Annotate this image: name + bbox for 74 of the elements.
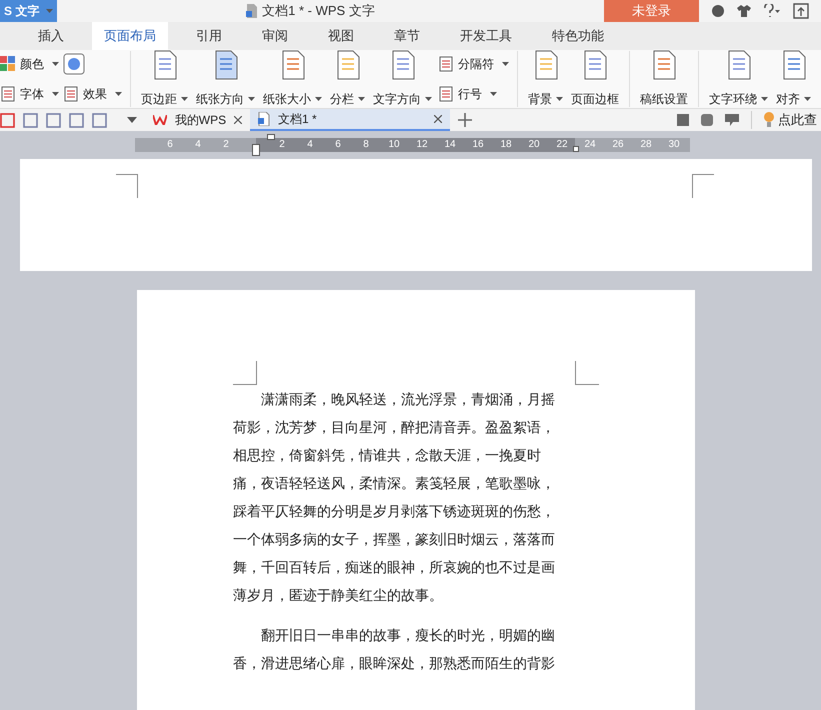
ruler-number: 24 [583, 138, 597, 152]
ruler-number: 10 [387, 138, 401, 152]
tip-link[interactable]: 点此查 [764, 110, 817, 130]
ribbon-tab[interactable]: 章节 [382, 22, 432, 50]
caret-icon [46, 8, 53, 13]
document-tab-label: 文档1 * [278, 111, 318, 128]
ribbon-tab[interactable]: 审阅 [250, 22, 300, 50]
logo-icon [153, 115, 167, 126]
document-tab[interactable]: 文档1 * [250, 108, 450, 132]
ruler-number: 30 [667, 138, 681, 152]
tool-icon [63, 86, 79, 102]
document-tab[interactable]: 我的WPS [145, 108, 250, 132]
page-icon [212, 50, 238, 80]
window-title: 文档1 * - WPS 文字 [262, 2, 375, 20]
right-indent-marker[interactable] [573, 146, 579, 152]
corner-mark-icon [233, 361, 257, 385]
ribbon-tab[interactable]: 插入 [26, 22, 76, 50]
ribbon-tab[interactable]: 开发工具 [448, 22, 524, 50]
indent-marker[interactable] [252, 144, 260, 156]
ruler-number: 12 [415, 138, 429, 152]
ruler-number: 26 [611, 138, 625, 152]
ribbon-button[interactable]: 纸张大小 [261, 50, 324, 108]
ribbon-tab[interactable]: 视图 [316, 22, 366, 50]
body-paragraph: 翻开旧日一串串的故事，瘦长的时光，明媚的幽香，滑进思绪心扉，眼眸深处，那熟悉而陌生的背影 [233, 626, 556, 673]
dropdown-icon[interactable] [127, 117, 137, 124]
document-tab-label: 我的WPS [174, 112, 226, 130]
ruler-number: 6 [334, 138, 342, 152]
tool-icon [438, 86, 454, 102]
corner-mark-icon [116, 174, 138, 198]
ribbon-small-button[interactable]: 字体 [0, 82, 59, 106]
tool-icon [438, 56, 454, 72]
plus-icon[interactable] [458, 113, 472, 128]
ribbon-small-button[interactable]: 颜色 [0, 52, 59, 76]
ribbon-button[interactable]: 分栏 [328, 50, 367, 108]
ribbon-small-button[interactable]: 行号 [438, 82, 509, 106]
body-paragraph: 潇潇雨柔，晚风轻送，流光浮景，青烟涌，月摇荷影，沈芳梦，目向星河，醉把清音弄。盈盈絮语，相思控，倚窗斜凭，情谁共，念散天涯，一挽夏时痛，夜语轻轻送风，柔情深。素笺轻展，笔歌墨咏，踩着平仄轻舞的分明是岁月剥落下锈迹斑斑的伤愁，一个体弱多病的女子，挥墨，篆刻旧时烟云，落落而舞，千回百转后，痴迷的眼神，所哀婉的也不过是画薄岁月，匿迹于静美红尘的故事。 [233, 390, 556, 605]
close-icon[interactable] [234, 116, 242, 124]
ribbon-button[interactable]: 页面边框 [569, 50, 621, 108]
ruler-number: 2 [278, 138, 286, 152]
ribbon-button[interactable]: 对齐 [774, 50, 813, 108]
ribbon-small-button[interactable]: 分隔符 [438, 52, 509, 76]
ribbon-button[interactable]: 文字方向 [371, 50, 434, 108]
ribbon-small-button[interactable]: 效果 [63, 82, 122, 106]
ruler-number: 6 [166, 138, 174, 152]
corner-mark-icon [575, 361, 599, 385]
shirt-icon[interactable] [737, 4, 751, 18]
ruler-number: 16 [471, 138, 485, 152]
ruler-number: 28 [639, 138, 653, 152]
comment-icon[interactable] [725, 114, 739, 126]
help-icon[interactable] [763, 4, 781, 18]
ribbon-button[interactable]: 纸张方向 [194, 50, 257, 108]
ribbon-button[interactable]: 稿纸设置 [638, 50, 690, 108]
ruler-number: 2 [222, 138, 230, 152]
ribbon-tab[interactable]: 特色功能 [540, 22, 616, 50]
ribbon-button[interactable]: 背景 [526, 50, 565, 108]
upload-icon[interactable] [793, 2, 809, 19]
ruler-number: 22 [555, 138, 569, 152]
ruler-number: 18 [499, 138, 513, 152]
document-icon [258, 112, 270, 126]
ribbon-button[interactable]: 页边距 [139, 50, 190, 108]
ruler-number: 14 [443, 138, 457, 152]
ribbon-button[interactable]: 文字环绕 [707, 50, 770, 108]
ruler-number: 4 [306, 138, 314, 152]
ruler-number: 8 [362, 138, 370, 152]
ruler-number: 20 [527, 138, 541, 152]
corner-mark-icon [692, 174, 714, 198]
app-menu-button[interactable]: S 文字 [0, 0, 57, 22]
ribbon-tab[interactable]: 引用 [184, 22, 234, 50]
tool-icon [0, 56, 16, 72]
document-icon [246, 4, 258, 18]
lightbulb-icon [764, 112, 774, 128]
ribbon-tab[interactable]: 页面布局 [92, 22, 168, 50]
ruler-number: 4 [194, 138, 202, 152]
close-icon[interactable] [434, 115, 442, 124]
